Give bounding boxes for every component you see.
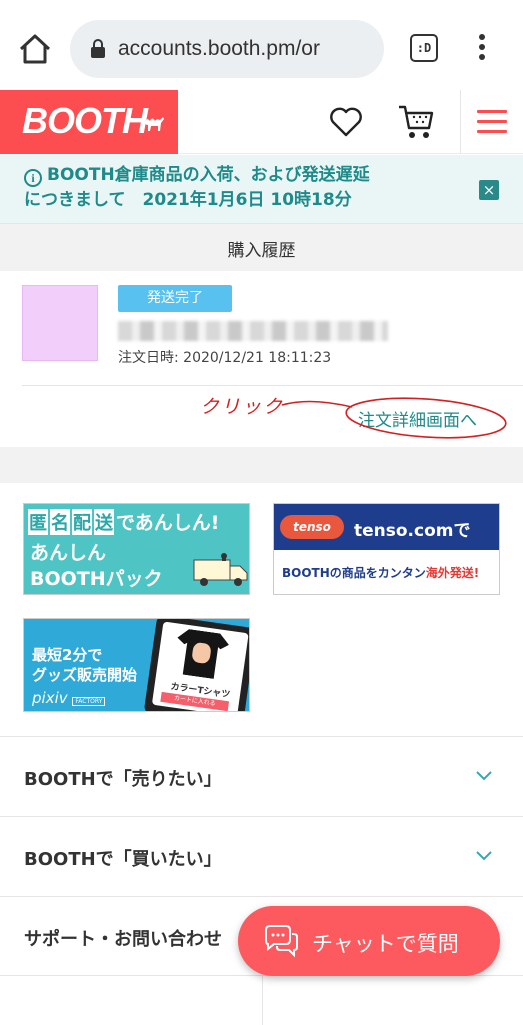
tenso-banner[interactable]: tenso tenso.comで BOOTHの商品をカンタン海外発送! xyxy=(273,503,500,595)
pixiv-logo-text: pixiv xyxy=(32,689,68,707)
chat-bubble-icon xyxy=(265,925,298,958)
chat-label: チャットで質問 xyxy=(312,932,459,956)
browser-toolbar: accounts.booth.pm/or :D xyxy=(0,0,523,90)
tab-switcher-button[interactable]: :D xyxy=(410,34,438,62)
hamburger-menu-icon[interactable] xyxy=(477,110,507,134)
pixiv-factory-banner[interactable]: 最短2分で グッズ販売開始 pixiv FACTORY カラーTシャツ カートに… xyxy=(23,618,250,712)
accordion-label: BOOTHで「買いたい」 xyxy=(24,849,222,870)
url-text: accounts.booth.pm/or xyxy=(118,37,320,60)
anon-char: 送 xyxy=(94,509,114,535)
logo-text: BOOTH xyxy=(22,100,148,141)
phone-illustration: カラーTシャツ カートに入れる xyxy=(143,619,249,711)
pixiv-line1: 最短2分で xyxy=(32,646,103,664)
chevron-down-icon xyxy=(476,851,492,861)
footer-divider xyxy=(262,976,263,1025)
notice-line1: BOOTH倉庫商品の入荷、および発送遅延 xyxy=(47,165,370,185)
accordion-buy[interactable]: BOOTHで「買いたい」 xyxy=(0,816,523,896)
anon-tail: であんしん! xyxy=(116,512,220,534)
section-spacer xyxy=(0,447,523,483)
footer-row xyxy=(0,975,523,1025)
tenso-subtitle: BOOTHの商品をカンタン海外発送! xyxy=(282,564,479,581)
close-icon[interactable]: × xyxy=(479,180,499,200)
chat-button[interactable]: チャットで質問 xyxy=(238,906,500,976)
order-date: 注文日時: 2020/12/21 18:11:23 xyxy=(118,350,332,366)
anon-line2: BOOTHパック xyxy=(30,568,163,590)
accordion-sell[interactable]: BOOTHで「売りたい」 xyxy=(0,736,523,816)
info-icon: i xyxy=(24,169,42,187)
anon-line1: あんしん xyxy=(30,542,107,564)
tenso-sub-b: 海外発送! xyxy=(425,566,480,580)
accordion-label: BOOTHで「売りたい」 xyxy=(24,769,222,790)
pixiv-logo: pixiv FACTORY xyxy=(32,689,106,707)
page-title: 購入履歴 xyxy=(227,241,296,261)
site-header: BOOTH xyxy=(0,90,523,154)
pixiv-line2: グッズ販売開始 xyxy=(32,666,138,684)
page-title-bar: 購入履歴 xyxy=(0,223,523,271)
more-options-icon[interactable] xyxy=(472,34,492,64)
anon-heading: 匿名配送であんしん! xyxy=(28,508,219,535)
anon-char: 匿 xyxy=(28,509,48,535)
tenso-title: tenso.comで xyxy=(354,521,471,541)
anon-main-text: あんしん BOOTHパック xyxy=(30,540,163,592)
status-badge: 発送完了 xyxy=(118,285,232,312)
anon-char: 配 xyxy=(72,509,92,535)
anon-char: 名 xyxy=(50,509,70,535)
tenso-logo: tenso xyxy=(280,515,344,539)
notice-link[interactable]: i BOOTH倉庫商品の入荷、および発送遅延 につきまして 2021年1月6日 1… xyxy=(24,163,444,213)
product-title-blurred xyxy=(118,321,388,341)
accordion-label: サポート・お問い合わせ xyxy=(24,929,222,950)
chevron-down-icon xyxy=(476,771,492,781)
pixiv-factory-text: FACTORY xyxy=(72,697,106,706)
anonymous-shipping-banner[interactable]: 匿名配送であんしん! あんしん BOOTHパック xyxy=(23,503,250,595)
annotation-text: クリック xyxy=(200,396,285,418)
cart-icon[interactable] xyxy=(396,102,436,142)
notice-line2: につきまして 2021年1月6日 10時18分 xyxy=(24,190,352,210)
pixiv-text: 最短2分で グッズ販売開始 xyxy=(32,645,137,685)
tenso-header: tenso tenso.comで xyxy=(274,504,499,550)
camel-icon xyxy=(145,117,164,131)
home-icon[interactable] xyxy=(16,30,54,68)
heart-icon[interactable] xyxy=(328,104,364,138)
truck-icon xyxy=(193,553,248,586)
header-divider xyxy=(460,90,461,154)
lock-icon xyxy=(91,39,105,58)
booth-logo[interactable]: BOOTH xyxy=(0,90,178,154)
notice-banner: i BOOTH倉庫商品の入荷、および発送遅延 につきまして 2021年1月6日 1… xyxy=(0,155,523,223)
address-bar[interactable]: accounts.booth.pm/or xyxy=(70,20,384,78)
product-thumbnail[interactable] xyxy=(22,285,98,361)
tenso-sub-a: BOOTHの商品をカンタン xyxy=(282,566,426,580)
